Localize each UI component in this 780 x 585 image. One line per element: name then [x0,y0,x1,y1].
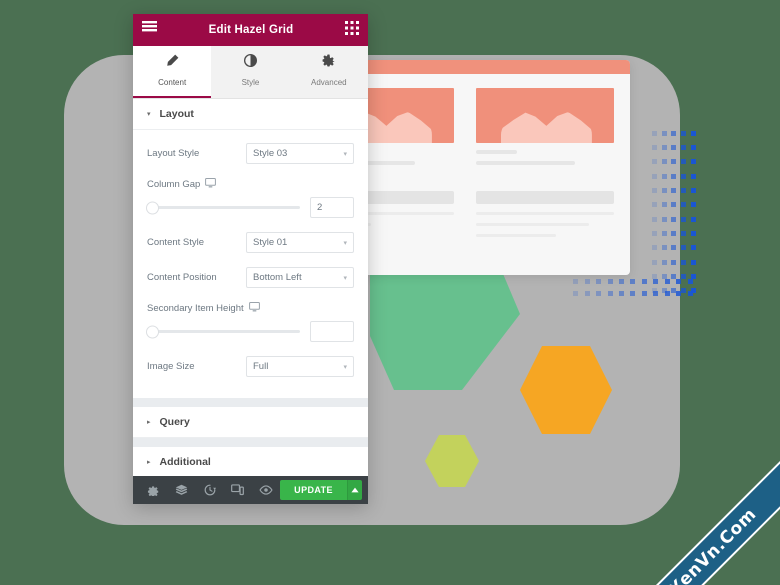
mockup-heading-block [476,191,614,204]
panel-header: Edit Hazel Grid [133,14,368,46]
screenshot-stage: Edit Hazel Grid Content Style Advanced ▾… [0,0,780,585]
slider-handle[interactable] [146,201,159,214]
contrast-icon [211,53,289,68]
watermark-ribbon: XenVn.Com [619,458,780,585]
control-label: Content Position [147,272,217,283]
control-label: Column Gap [147,178,217,191]
decorative-green-hexagon [370,262,520,390]
history-icon[interactable] [195,476,223,504]
control-secondary-height-labelrow: Secondary Item Height [147,295,354,317]
section-header-layout[interactable]: ▾ Layout [133,99,368,130]
desktop-icon[interactable] [248,302,260,315]
control-content-position: Content Position Bottom Left ▾ [147,260,354,295]
control-column-gap-labelrow: Column Gap [147,171,354,193]
chevron-down-icon: ▾ [343,363,347,371]
update-button[interactable]: UPDATE [280,480,347,500]
tab-style-label: Style [241,78,260,87]
control-label: Layout Style [147,148,200,159]
section-header-additional[interactable]: ▸ Additional [133,447,368,476]
column-gap-label: Column Gap [147,179,201,190]
desktop-icon[interactable] [205,178,217,191]
responsive-mode-icon[interactable] [224,476,252,504]
mockup-text-line [476,223,590,226]
control-image-size: Image Size Full ▾ [147,349,354,384]
elementor-editor-panel: Edit Hazel Grid Content Style Advanced ▾… [133,14,368,504]
panel-footer-toolbar: UPDATE [133,476,368,504]
decorative-dot-grid-secondary [570,275,696,300]
column-gap-input[interactable]: 2 [310,197,354,218]
section-title-layout: Layout [159,108,194,120]
section-divider [133,398,368,407]
control-label: Image Size [147,361,195,372]
panel-body: ▾ Layout Layout Style Style 03 ▾ Column … [133,99,368,476]
gear-icon [290,53,368,68]
content-position-select[interactable]: Bottom Left ▾ [246,267,354,288]
image-size-select[interactable]: Full ▾ [246,356,354,377]
mockup-image-placeholder [476,88,614,143]
tab-content[interactable]: Content [133,46,212,98]
image-size-value: Full [253,361,269,372]
control-label: Secondary Item Height [147,302,260,315]
section-header-query[interactable]: ▸ Query [133,407,368,438]
slider-handle[interactable] [146,325,159,338]
mockup-text-line [476,212,614,215]
section-title-query: Query [159,416,190,428]
tab-advanced[interactable]: Advanced [290,46,368,98]
update-options-caret[interactable] [346,480,363,500]
decorative-orange-hexagon [520,346,612,434]
secondary-height-label: Secondary Item Height [147,303,244,314]
content-style-value: Style 01 [253,237,288,248]
decorative-dot-grid [650,126,698,298]
mockup-text-line [476,234,557,237]
mockup-text-line [476,161,576,165]
control-layout-style: Layout Style Style 03 ▾ [147,136,354,171]
mockup-column-right [476,88,614,237]
control-secondary-item-height: Secondary Item Height [146,295,354,349]
tab-style[interactable]: Style [211,46,289,98]
content-position-value: Bottom Left [253,272,302,283]
tab-advanced-label: Advanced [311,78,347,87]
panel-tabs: Content Style Advanced [133,46,368,99]
chevron-down-icon: ▾ [147,110,151,118]
hamburger-icon[interactable] [142,21,157,39]
panel-title: Edit Hazel Grid [208,24,294,36]
chevron-down-icon: ▾ [343,274,347,282]
grid-apps-icon[interactable] [344,20,359,40]
layers-navigator-icon[interactable] [167,476,195,504]
control-column-gap: Column Gap 2 [146,171,354,225]
chevron-down-icon: ▾ [343,150,347,158]
layout-style-value: Style 03 [253,148,288,159]
chevron-right-icon: ▸ [147,418,151,426]
mockup-text-line [476,150,518,154]
section-title-additional: Additional [159,456,211,468]
layout-controls: Layout Style Style 03 ▾ Column Gap 2 Con… [133,130,368,398]
watermark-area: XenVn.Com [610,455,780,585]
secondary-height-slider[interactable] [146,325,300,338]
control-label: Content Style [147,237,205,248]
column-gap-slider[interactable] [146,201,300,214]
chevron-right-icon: ▸ [147,458,151,466]
layout-style-select[interactable]: Style 03 ▾ [246,143,354,164]
control-content-style: Content Style Style 01 ▾ [147,225,354,260]
preview-eye-icon[interactable] [252,476,280,504]
section-divider [133,438,368,447]
settings-gear-icon[interactable] [139,476,167,504]
column-gap-slider-row: 2 [146,193,354,225]
content-style-select[interactable]: Style 01 ▾ [246,232,354,253]
chevron-down-icon: ▾ [343,239,347,247]
watermark-text: XenVn.Com [665,504,761,585]
pencil-icon [133,53,211,68]
secondary-height-slider-row [146,317,354,349]
secondary-height-input[interactable] [310,321,354,342]
tab-content-label: Content [158,78,187,87]
decorative-lime-hexagon [425,435,479,487]
